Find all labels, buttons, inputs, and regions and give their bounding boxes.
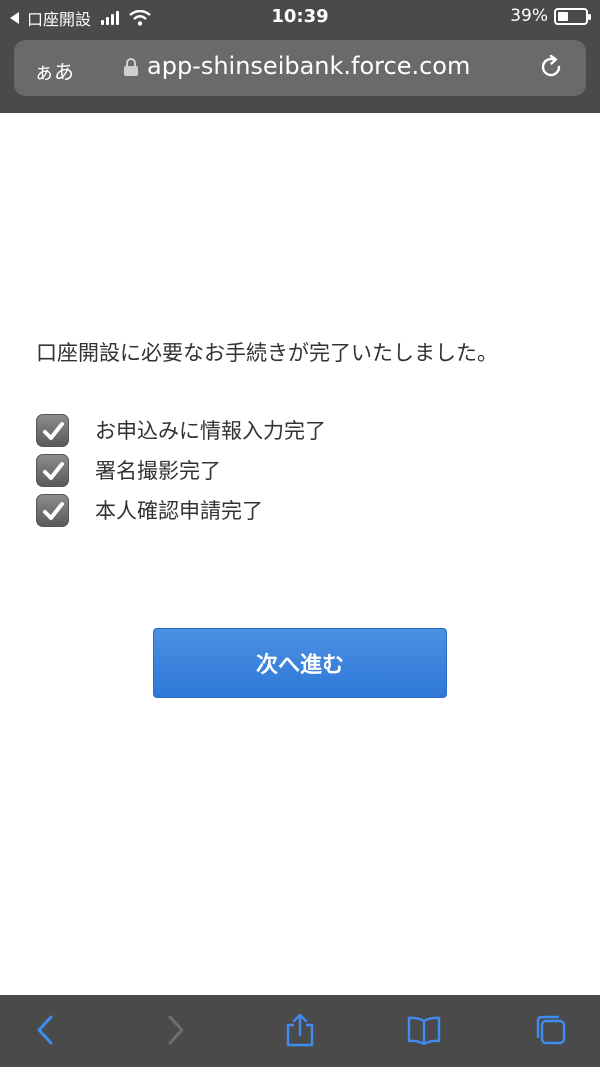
- checklist-item-label: 署名撮影完了: [95, 459, 221, 483]
- checklist-item: 署名撮影完了: [36, 450, 326, 490]
- checklist-item: 本人確認申請完了: [36, 490, 326, 530]
- checklist-item-label: お申込みに情報入力完了: [95, 419, 326, 443]
- share-icon[interactable]: [283, 1013, 317, 1047]
- checklist-item: お申込みに情報入力完了: [36, 410, 326, 450]
- lock-icon: [124, 58, 138, 76]
- battery-icon: [554, 7, 591, 25]
- address-bar[interactable]: ぁあ app-shinseibank.force.com: [14, 40, 586, 96]
- checkbox-checked-icon: [36, 493, 69, 527]
- forward-icon[interactable]: [158, 1013, 192, 1047]
- checkbox-checked-icon: [36, 453, 69, 487]
- text-size-button[interactable]: ぁあ: [34, 56, 74, 85]
- url-text[interactable]: app-shinseibank.force.com: [147, 52, 470, 80]
- browser-toolbar: [0, 995, 600, 1067]
- battery-percent: 39%: [510, 6, 548, 26]
- status-bar: 口座開設 10:39 39%: [0, 0, 600, 34]
- battery-status: 39%: [510, 6, 591, 26]
- back-icon[interactable]: [29, 1013, 63, 1047]
- reload-icon[interactable]: [538, 54, 564, 80]
- tabs-icon[interactable]: [534, 1013, 568, 1047]
- checklist-item-label: 本人確認申請完了: [95, 499, 263, 523]
- checklist: お申込みに情報入力完了 署名撮影完了 本人確認申請完了: [36, 410, 326, 530]
- completion-message: 口座開設に必要なお手続きが完了いたしました。: [36, 341, 498, 365]
- checkbox-checked-icon: [36, 413, 69, 447]
- browser-top-chrome: 口座開設 10:39 39% ぁあ app-shinseibank.force.…: [0, 0, 600, 113]
- next-button[interactable]: 次へ進む: [153, 628, 447, 698]
- bookmarks-icon[interactable]: [407, 1013, 441, 1047]
